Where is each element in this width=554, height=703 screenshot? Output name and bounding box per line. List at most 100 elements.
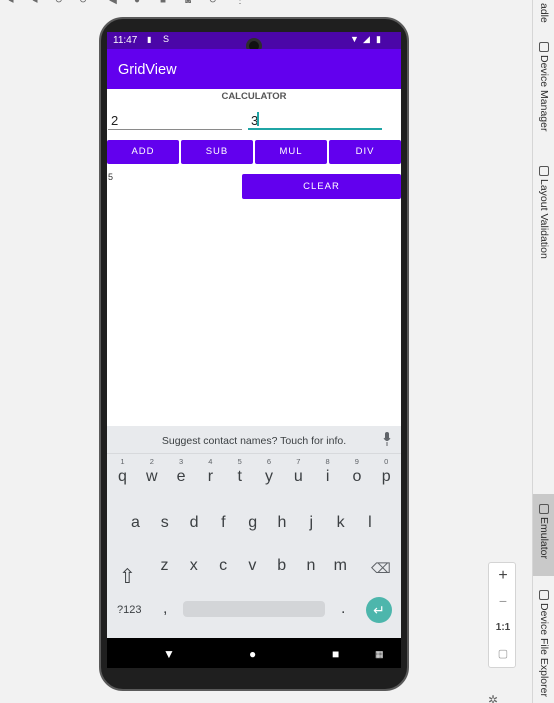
zoom-fit-icon[interactable]: ▢ [489, 647, 517, 660]
key-s[interactable]: s [150, 514, 179, 532]
tab-emulator[interactable]: Emulator [533, 494, 554, 576]
soft-keyboard: Suggest contact names? Touch for info. 1… [107, 426, 401, 638]
rotate-left-icon[interactable]: ↺ [54, 0, 64, 6]
volume-down-icon[interactable]: ◂ [30, 0, 40, 6]
key-label: n [306, 557, 316, 574]
sd-card-icon: ▮ [147, 35, 152, 44]
key-j[interactable]: j [297, 514, 326, 532]
key-g[interactable]: g [238, 514, 267, 532]
key-o[interactable]: 9o [342, 457, 371, 486]
key-hint: 8 [325, 457, 330, 466]
key-label: s [160, 514, 169, 531]
key-hint: 0 [384, 457, 389, 466]
key-k[interactable]: k [326, 514, 355, 532]
space-key[interactable] [183, 601, 325, 617]
key-m[interactable]: m [326, 557, 355, 575]
key-y[interactable]: 6y [255, 457, 284, 486]
app-bar: GridView [107, 49, 401, 89]
tab-layout-validation[interactable]: Layout Validation [533, 166, 554, 259]
zoom-actual-size-button[interactable]: 1:1 [489, 622, 517, 633]
key-c[interactable]: c [209, 557, 238, 575]
back-icon[interactable]: ◀ [108, 0, 118, 6]
key-hint: 9 [354, 457, 359, 466]
calculator-title: CALCULATOR [221, 91, 287, 102]
period-key[interactable]: . [341, 600, 345, 618]
device-manager-icon [539, 42, 549, 52]
mul-button[interactable]: MUL [255, 140, 327, 164]
first-number-field[interactable]: 2 [108, 110, 242, 130]
key-d[interactable]: d [180, 514, 209, 532]
key-hint: 4 [208, 457, 213, 466]
camera-icon[interactable]: ◙ [183, 0, 193, 6]
shift-key-icon[interactable]: ⇧ [119, 564, 136, 589]
key-p[interactable]: 0p [372, 457, 401, 486]
home-icon[interactable]: ● [132, 0, 142, 6]
key-u[interactable]: 7u [284, 457, 313, 486]
nav-home-icon[interactable]: ● [249, 647, 256, 661]
nav-keyboard-icon[interactable]: ▦ [375, 649, 384, 660]
suggestion-strip[interactable]: Suggest contact names? Touch for info. [107, 426, 401, 454]
clear-button[interactable]: CLEAR [242, 174, 401, 199]
key-n[interactable]: n [297, 557, 326, 575]
snapshot-icon[interactable]: ↺ [208, 0, 218, 6]
tab-device-manager-label: Device Manager [538, 55, 550, 132]
key-label: q [118, 468, 127, 485]
key-f[interactable]: f [209, 514, 238, 532]
enter-key-icon[interactable]: ↵ [366, 597, 392, 623]
sub-button[interactable]: SUB [181, 140, 253, 164]
nav-back-icon[interactable]: ▼ [163, 647, 175, 661]
key-w[interactable]: 2w [137, 457, 166, 486]
second-number-field[interactable]: 3 [248, 110, 382, 130]
wifi-icon: ▼ [350, 34, 359, 44]
key-label: f [221, 514, 226, 531]
key-a[interactable]: a [121, 514, 150, 532]
key-v[interactable]: v [238, 557, 267, 575]
key-label: b [277, 557, 287, 574]
navigation-bar: ▼ ● ■ ▦ [107, 638, 401, 668]
key-label: p [381, 468, 391, 485]
key-i[interactable]: 8i [313, 457, 342, 486]
key-h[interactable]: h [268, 514, 297, 532]
overview-icon[interactable]: ■ [158, 0, 168, 6]
emulator-icon [539, 504, 549, 514]
key-label: y [265, 468, 273, 485]
tab-layout-validation-label: Layout Validation [538, 179, 550, 259]
tab-device-manager[interactable]: Device Manager [533, 42, 554, 131]
zoom-in-button[interactable]: + [489, 567, 517, 585]
div-button[interactable]: DIV [329, 140, 401, 164]
key-q[interactable]: 1q [108, 457, 137, 486]
rotate-right-icon[interactable]: ↻ [78, 0, 88, 6]
zoom-out-button[interactable]: − [489, 593, 517, 609]
settings-gear-icon[interactable]: ✲ [488, 693, 498, 703]
key-label: c [219, 557, 228, 574]
second-number-underline [248, 128, 382, 130]
device-file-explorer-icon [539, 590, 549, 600]
key-label: d [189, 514, 199, 531]
microphone-icon[interactable] [383, 432, 391, 446]
key-t[interactable]: 5t [225, 457, 254, 486]
key-x[interactable]: x [179, 557, 208, 575]
tab-gradle[interactable]: adle [533, 0, 554, 23]
key-z[interactable]: z [150, 557, 179, 575]
key-hint: 6 [266, 457, 272, 466]
key-label: i [325, 468, 330, 485]
key-hint: 7 [296, 457, 301, 466]
key-label: g [248, 514, 258, 531]
status-time: 11:47 [113, 35, 138, 46]
comma-key[interactable]: , [163, 600, 167, 618]
key-b[interactable]: b [267, 557, 296, 575]
more-icon[interactable]: ⋮ [235, 0, 245, 6]
layout-validation-icon [539, 166, 549, 176]
backspace-key-icon[interactable]: ⌫ [371, 560, 391, 577]
symbols-key[interactable]: ?123 [117, 604, 141, 616]
battery-icon: ▮ [376, 34, 381, 44]
nav-overview-icon[interactable]: ■ [332, 647, 339, 661]
add-button[interactable]: ADD [107, 140, 179, 164]
key-e[interactable]: 3e [167, 457, 196, 486]
key-l[interactable]: l [355, 514, 384, 532]
key-hint: 5 [237, 457, 242, 466]
tab-device-file-explorer[interactable]: Device File Explorer [533, 590, 554, 697]
volume-icon[interactable]: ◂ [6, 0, 16, 6]
key-label: u [293, 468, 303, 485]
key-r[interactable]: 4r [196, 457, 225, 486]
